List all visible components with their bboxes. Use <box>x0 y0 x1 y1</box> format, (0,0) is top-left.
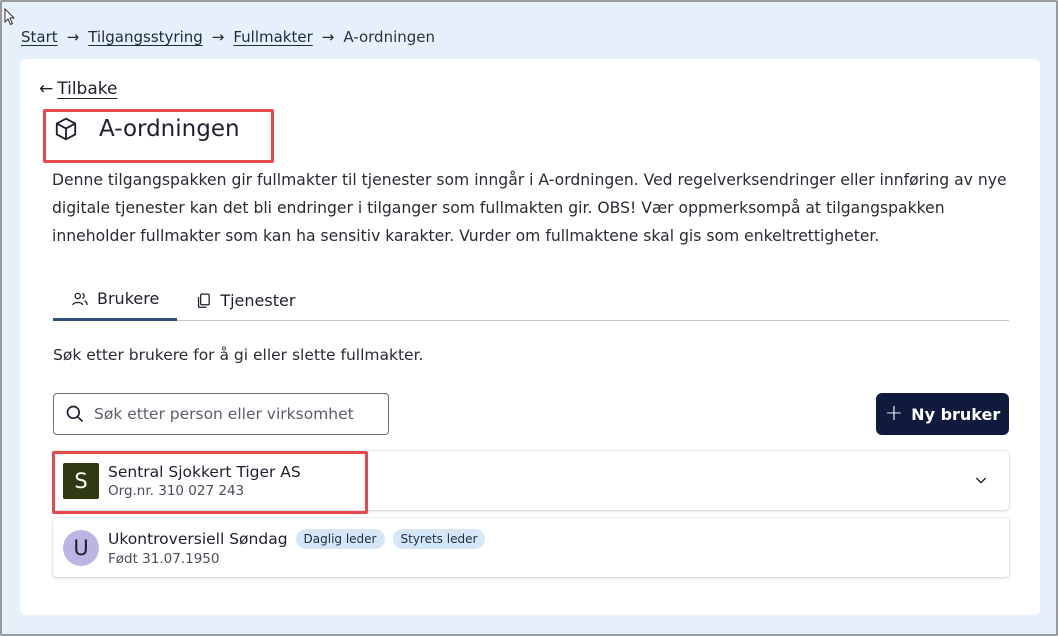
breadcrumb-tilgangsstyring[interactable]: Tilgangsstyring <box>88 28 203 46</box>
breadcrumb-fullmakter[interactable]: Fullmakter <box>233 28 312 46</box>
mouse-cursor-icon <box>4 8 16 26</box>
breadcrumb: Start → Tilgangsstyring → Fullmakter → A… <box>21 28 435 46</box>
breadcrumb-arrow-icon: → <box>211 28 225 46</box>
list-item-person[interactable]: U Ukontroversiell Søndag Daglig leder St… <box>53 518 1009 577</box>
back-label: Tilbake <box>57 79 118 99</box>
tab-brukere-label: Brukere <box>97 289 160 308</box>
tab-tjenester[interactable]: Tjenester <box>177 279 313 321</box>
page-description: Denne tilgangspakken gir fullmakter til … <box>52 171 1007 245</box>
entity-name-row: Ukontroversiell Søndag Daglig leder Styr… <box>108 528 486 549</box>
back-link[interactable]: ← Tilbake <box>39 79 117 99</box>
breadcrumb-start[interactable]: Start <box>21 28 58 46</box>
arrow-left-icon: ← <box>39 79 54 99</box>
entity-birthdate: Født 31.07.1950 <box>108 550 220 567</box>
breadcrumb-arrow-icon: → <box>66 28 80 46</box>
tab-bar: Brukere Tjenester <box>53 279 1009 321</box>
users-icon <box>72 292 88 305</box>
tab-tjenester-label: Tjenester <box>220 290 296 310</box>
chevron-down-icon[interactable] <box>973 472 989 488</box>
new-user-label: Ny bruker <box>911 404 1001 424</box>
search-icon <box>66 405 84 423</box>
tab-brukere[interactable]: Brukere <box>53 279 178 321</box>
entity-name: Ukontroversiell Søndag <box>108 529 288 548</box>
search-field[interactable] <box>53 393 389 435</box>
breadcrumb-arrow-icon: → <box>321 28 335 46</box>
search-input[interactable] <box>94 405 374 423</box>
main-card: ← Tilbake A-ordningen Denne tilgangspakk… <box>20 59 1040 615</box>
search-hint: Søk etter brukere for å gi eller slette … <box>53 346 424 364</box>
files-icon <box>198 292 211 308</box>
highlight-box-organization <box>52 451 368 514</box>
highlight-box-title <box>43 109 274 163</box>
role-badge-daglig-leder: Daglig leder <box>295 528 385 549</box>
entity-info: Ukontroversiell Søndag Daglig leder Styr… <box>108 528 486 567</box>
role-badge-styrets-leder: Styrets leder <box>392 528 486 549</box>
breadcrumb-current: A-ordningen <box>343 28 436 46</box>
new-user-button[interactable]: + Ny bruker <box>876 393 1009 435</box>
avatar: U <box>63 529 99 566</box>
plus-icon: + <box>884 401 904 426</box>
